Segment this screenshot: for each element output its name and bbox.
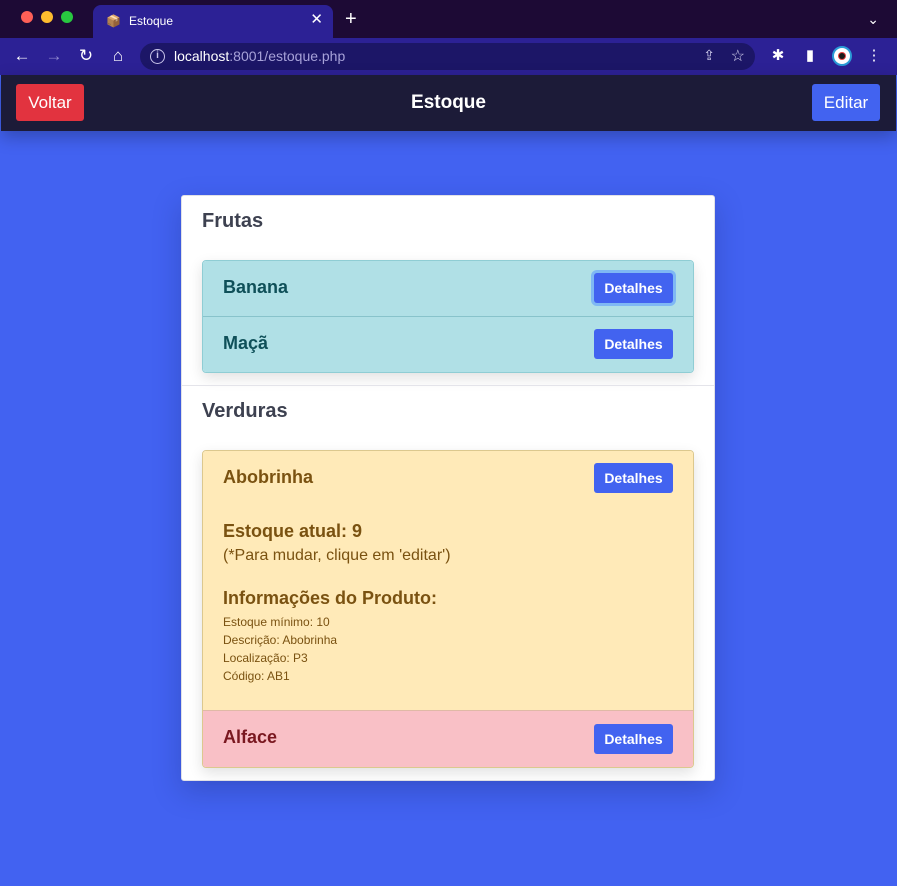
avatar-icon [832, 46, 852, 66]
browser-menu-icon[interactable]: ⋮ [863, 45, 885, 67]
vegetable-list: Abobrinha Detalhes Estoque atual: 9 (*Pa… [202, 450, 694, 768]
product-info-list: Estoque mínimo: 10 Descrição: Abobrinha … [223, 613, 337, 685]
browser-toolbar: ← → ↻ ⌂ i localhost:8001/estoque.php ⇪ ☆… [0, 38, 897, 75]
chevron-down-icon[interactable]: ⌄ [867, 11, 879, 28]
site-info-icon[interactable]: i [150, 49, 165, 64]
page-title: Estoque [411, 92, 486, 113]
list-item-abobrinha: Abobrinha Detalhes Estoque atual: 9 (*Pa… [203, 451, 693, 711]
list-item-maca: Maçã Detalhes [203, 317, 693, 372]
new-tab-button[interactable]: + [345, 9, 357, 29]
fruit-list: Banana Detalhes Maçã Detalhes [202, 260, 694, 373]
info-min-stock: Estoque mínimo: 10 [223, 615, 330, 629]
window-maximize-button[interactable] [61, 11, 73, 23]
url-host: localhost [174, 48, 230, 64]
side-panel-icon[interactable]: ▮ [799, 45, 821, 67]
profile-avatar[interactable] [831, 45, 853, 67]
list-item-alface: Alface Detalhes [203, 711, 693, 767]
item-name: Alface [223, 727, 278, 747]
details-button-abobrinha[interactable]: Detalhes [594, 463, 673, 493]
browser-titlebar: 📦 Estoque ✕ + ⌄ [0, 0, 897, 38]
forward-arrow-icon[interactable]: → [43, 45, 65, 67]
app-header: Voltar Estoque Editar [1, 75, 896, 131]
bookmark-star-icon[interactable]: ☆ [731, 46, 745, 66]
edit-button[interactable]: Editar [812, 84, 880, 121]
current-stock: Estoque atual: 9 [223, 521, 363, 541]
extensions-puzzle-icon[interactable]: ✱ [767, 45, 789, 67]
details-button-banana[interactable]: Detalhes [594, 273, 673, 303]
info-description: Descrição: Abobrinha [223, 633, 338, 647]
list-item-banana: Banana Detalhes [203, 261, 693, 317]
window-close-button[interactable] [21, 11, 33, 23]
share-icon[interactable]: ⇪ [703, 47, 715, 64]
address-bar[interactable]: i localhost:8001/estoque.php ⇪ ☆ [140, 43, 755, 70]
tab-title: Estoque [129, 14, 174, 28]
stock-edit-note: (*Para mudar, clique em 'editar') [223, 547, 451, 564]
url-path: :8001/estoque.php [229, 48, 346, 64]
back-arrow-icon[interactable]: ← [11, 45, 33, 67]
window-minimize-button[interactable] [41, 11, 53, 23]
browser-tab[interactable]: 📦 Estoque ✕ [93, 5, 333, 38]
section-divider [182, 385, 714, 386]
item-name: Abobrinha [223, 467, 313, 487]
details-button-maca[interactable]: Detalhes [594, 329, 673, 359]
item-name: Maçã [223, 333, 269, 353]
info-location: Localização: P3 [223, 651, 308, 665]
details-button-alface[interactable]: Detalhes [594, 724, 673, 754]
inventory-card: Frutas Banana Detalhes Maçã Detalhes Ver… [181, 195, 715, 781]
home-icon[interactable]: ⌂ [107, 45, 129, 67]
product-info-title: Informações do Produto: [223, 588, 438, 608]
section-title-frutas: Frutas [202, 210, 264, 232]
url-text: localhost:8001/estoque.php [174, 48, 345, 64]
tab-close-icon[interactable]: ✕ [310, 11, 323, 29]
box-icon: 📦 [106, 14, 121, 28]
info-code: Código: AB1 [223, 669, 290, 683]
reload-icon[interactable]: ↻ [75, 45, 97, 67]
item-name: Banana [223, 277, 289, 297]
section-title-verduras: Verduras [202, 400, 288, 422]
